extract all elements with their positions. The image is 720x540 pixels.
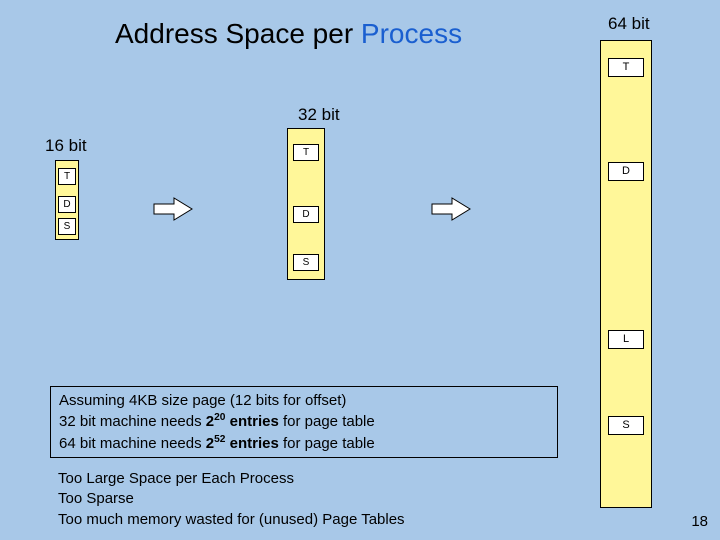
cell-32-T: T [293,144,319,161]
cell-32-S: S [293,254,319,271]
title-text: Address Space per [115,18,361,49]
problem-line2: Too Sparse [58,489,550,509]
cell-64-S: S [608,416,644,435]
label-16bit: 16 bit [45,136,87,156]
problem-box: Too Large Space per Each Process Too Spa… [50,465,558,527]
assumption-box: Assuming 4KB size page (12 bits for offs… [50,386,558,458]
arrow-icon [152,196,196,222]
cell-64-D: D [608,162,644,181]
page-title: Address Space per Process [115,18,462,50]
problem-line1: Too Large Space per Each Process [58,469,550,489]
cell-32-D: D [293,206,319,223]
title-accent: Process [361,18,462,49]
label-64bit: 64 bit [608,14,650,34]
assumption-line1: Assuming 4KB size page (12 bits for offs… [59,391,549,411]
cell-16-T: T [58,168,76,185]
cell-64-L: L [608,330,644,349]
cell-16-S: S [58,218,76,235]
assumption-line2: 32 bit machine needs 220 entries for pag… [59,411,549,432]
assumption-line3: 64 bit machine needs 252 entries for pag… [59,433,549,454]
arrow-icon [430,196,474,222]
cell-64-T: T [608,58,644,77]
cell-16-D: D [58,196,76,213]
page-number: 18 [691,513,708,530]
label-32bit: 32 bit [298,105,340,125]
bar-64bit [600,40,652,508]
problem-line3: Too much memory wasted for (unused) Page… [58,510,550,530]
